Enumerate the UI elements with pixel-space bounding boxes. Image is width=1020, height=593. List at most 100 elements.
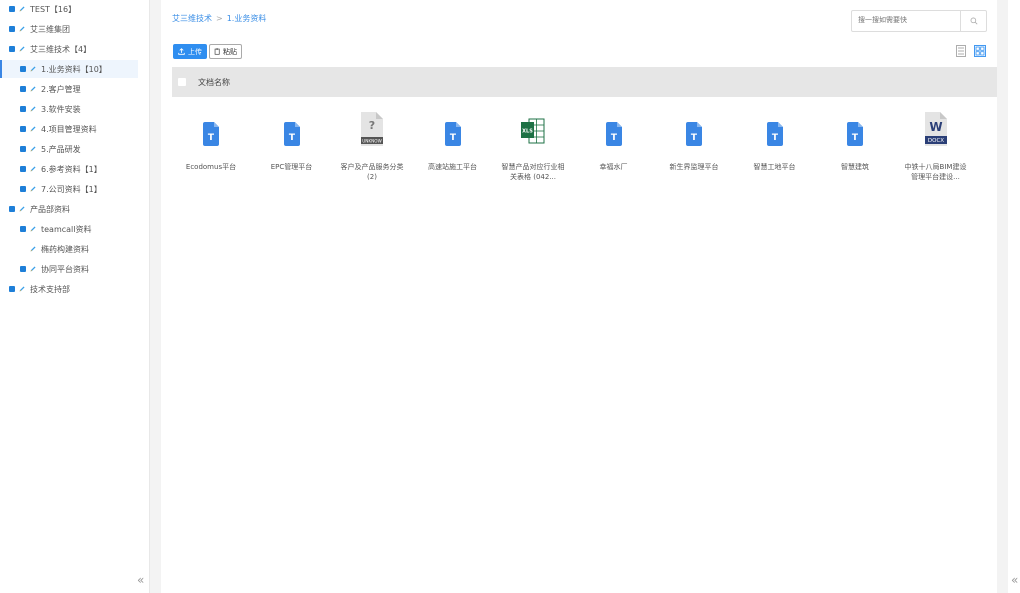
file-item[interactable]: T 高速站施工平台 xyxy=(413,112,493,172)
search-button[interactable] xyxy=(960,11,986,31)
edit-pencil-icon[interactable] xyxy=(29,165,37,173)
file-item[interactable]: T 智慧建筑 xyxy=(815,112,895,172)
list-view-toggle[interactable] xyxy=(956,45,966,59)
file-name[interactable]: Ecodomus平台 xyxy=(171,162,251,172)
expand-toggle-icon[interactable] xyxy=(20,126,26,132)
right-panel-collapse-button[interactable]: « xyxy=(1011,573,1018,587)
column-header-name[interactable]: 文档名称 xyxy=(198,77,230,88)
file-item[interactable]: ? UNKNOW 客户及产品服务分类 (2) xyxy=(332,112,412,182)
file-item[interactable]: T 新生界监理平台 xyxy=(654,112,734,172)
document-icon[interactable]: T xyxy=(171,112,251,150)
edit-pencil-icon[interactable] xyxy=(29,265,37,273)
breadcrumb: 艾三维技术 >1.业务资料 xyxy=(172,13,266,24)
file-name[interactable]: 智慧产品对应行业相关表格 (042... xyxy=(493,162,573,182)
tree-item-label: 技术支持部 xyxy=(30,284,70,294)
document-icon[interactable]: T xyxy=(815,112,895,150)
sidebar-collapse-button[interactable]: « xyxy=(137,573,144,587)
svg-text:T: T xyxy=(449,133,456,143)
document-icon[interactable]: T xyxy=(252,112,332,150)
file-name[interactable]: 高速站施工平台 xyxy=(413,162,493,172)
tree-item-13[interactable]: 协同平台资料 xyxy=(20,260,89,278)
expand-toggle-icon[interactable] xyxy=(9,286,15,292)
file-name[interactable]: 智慧建筑 xyxy=(815,162,895,172)
tree-item-5[interactable]: 3.软件安装 xyxy=(20,100,81,118)
expand-toggle-icon[interactable] xyxy=(20,186,26,192)
select-all-checkbox[interactable] xyxy=(178,78,186,86)
tree-item-3[interactable]: 1.业务资料【10】 xyxy=(0,60,138,78)
file-name[interactable]: 智慧工地平台 xyxy=(735,162,815,172)
grid-view-toggle[interactable] xyxy=(974,45,986,59)
file-name[interactable]: 幸福水厂 xyxy=(574,162,654,172)
expand-toggle-icon[interactable] xyxy=(9,46,15,52)
edit-pencil-icon[interactable] xyxy=(18,285,26,293)
expand-toggle-icon[interactable] xyxy=(9,206,15,212)
expand-toggle-icon[interactable] xyxy=(9,26,15,32)
expand-toggle-icon[interactable] xyxy=(20,226,26,232)
breadcrumb-root-link[interactable]: 艾三维技术 xyxy=(172,14,212,23)
svg-text:W: W xyxy=(929,120,942,134)
tree-item-4[interactable]: 2.客户管理 xyxy=(20,80,81,98)
paste-label: 粘贴 xyxy=(223,47,237,56)
file-panel: 艾三维技术 >1.业务资料 上传 粘贴 文档名称 T Ecodomus平台 T EPC管… xyxy=(161,0,997,593)
upload-button[interactable]: 上传 xyxy=(173,44,207,59)
tree-item-12[interactable]: 椭药构建资料 xyxy=(20,240,89,258)
expand-toggle-icon[interactable] xyxy=(9,6,15,12)
tree-item-label: 2.客户管理 xyxy=(41,84,81,94)
document-icon[interactable]: T xyxy=(574,112,654,150)
file-item[interactable]: T 智慧工地平台 xyxy=(735,112,815,172)
file-item[interactable]: XLS 智慧产品对应行业相关表格 (042... xyxy=(493,112,573,182)
svg-text:XLS: XLS xyxy=(522,129,533,135)
expand-toggle-icon[interactable] xyxy=(20,146,26,152)
unknown-file-icon[interactable]: ? UNKNOW xyxy=(332,112,412,150)
document-icon[interactable]: T xyxy=(413,112,493,150)
file-name[interactable]: 客户及产品服务分类 (2) xyxy=(332,162,412,182)
tree-item-14[interactable]: 技术支持部 xyxy=(9,280,70,298)
edit-pencil-icon[interactable] xyxy=(29,125,37,133)
paste-icon xyxy=(214,48,220,55)
breadcrumb-current[interactable]: 1.业务资料 xyxy=(227,14,267,23)
tree-item-1[interactable]: 艾三维集团 xyxy=(9,20,70,38)
file-item[interactable]: T EPC管理平台 xyxy=(252,112,332,172)
file-item[interactable]: W DOCX 中铁十八局BIM建设管理平台建设... xyxy=(896,112,976,182)
edit-pencil-icon[interactable] xyxy=(18,205,26,213)
edit-pencil-icon[interactable] xyxy=(18,25,26,33)
file-item[interactable]: T 幸福水厂 xyxy=(574,112,654,172)
expand-toggle-icon[interactable] xyxy=(20,66,26,72)
file-name[interactable]: 新生界监理平台 xyxy=(654,162,734,172)
document-icon[interactable]: T xyxy=(654,112,734,150)
file-item[interactable]: T Ecodomus平台 xyxy=(171,112,251,172)
tree-item-0[interactable]: TEST【16】 xyxy=(9,0,76,18)
edit-pencil-icon[interactable] xyxy=(29,85,37,93)
document-icon[interactable]: T xyxy=(735,112,815,150)
edit-pencil-icon[interactable] xyxy=(29,225,37,233)
paste-button[interactable]: 粘贴 xyxy=(209,44,242,59)
tree-item-11[interactable]: teamcall资料 xyxy=(20,220,92,238)
edit-pencil-icon[interactable] xyxy=(29,65,37,73)
search-input[interactable] xyxy=(852,11,960,29)
svg-text:T: T xyxy=(610,133,617,143)
tree-item-9[interactable]: 7.公司资料【1】 xyxy=(20,180,102,198)
edit-pencil-icon[interactable] xyxy=(29,105,37,113)
file-name[interactable]: EPC管理平台 xyxy=(252,162,332,172)
tree-item-7[interactable]: 5.产品研发 xyxy=(20,140,81,158)
tree-item-2[interactable]: 艾三维技术【4】 xyxy=(9,40,91,58)
grid-view-icon xyxy=(974,45,986,57)
tree-item-10[interactable]: 产品部资料 xyxy=(9,200,70,218)
word-file-icon[interactable]: W DOCX xyxy=(896,112,976,150)
file-name[interactable]: 中铁十八局BIM建设管理平台建设... xyxy=(896,162,976,182)
file-list-header: 文档名称 xyxy=(172,67,997,97)
edit-pencil-icon[interactable] xyxy=(18,5,26,13)
tree-item-8[interactable]: 6.参考资料【1】 xyxy=(20,160,102,178)
expand-toggle-icon[interactable] xyxy=(20,166,26,172)
edit-pencil-icon[interactable] xyxy=(29,245,37,253)
edit-pencil-icon[interactable] xyxy=(29,145,37,153)
expand-toggle-icon[interactable] xyxy=(20,86,26,92)
tree-item-6[interactable]: 4.项目管理资料 xyxy=(20,120,97,138)
excel-file-icon[interactable]: XLS xyxy=(493,112,573,150)
tree-item-label: 1.业务资料【10】 xyxy=(41,64,107,74)
edit-pencil-icon[interactable] xyxy=(29,185,37,193)
tree-item-label: 3.软件安装 xyxy=(41,104,81,114)
edit-pencil-icon[interactable] xyxy=(18,45,26,53)
expand-toggle-icon[interactable] xyxy=(20,106,26,112)
expand-toggle-icon[interactable] xyxy=(20,266,26,272)
